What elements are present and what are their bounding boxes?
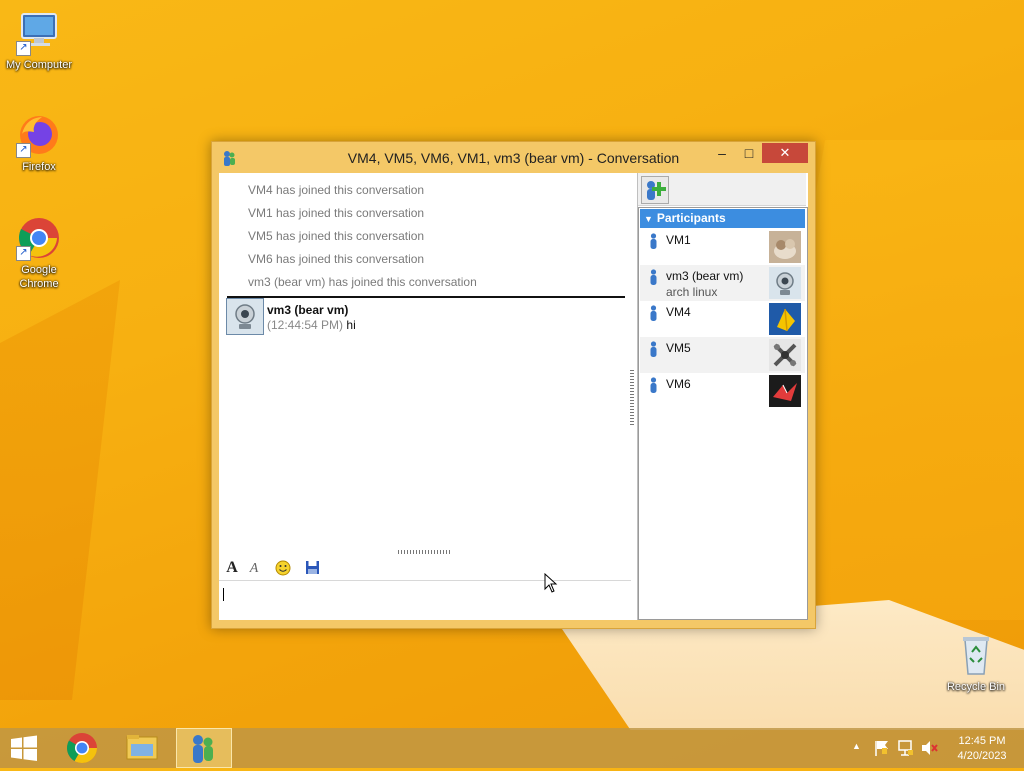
clock-date: 4/20/2023 [957,750,1007,762]
font-color-button[interactable]: A [245,559,263,577]
font-color-icon: A [249,561,259,576]
message-input[interactable] [219,582,631,620]
participants-header-label: Participants [656,211,726,225]
close-button[interactable]: ✕ [762,143,808,163]
window-client: VM4 has joined this conversation VM1 has… [219,173,808,620]
participant-item[interactable]: VM6 [640,373,805,409]
contact-status-icon [649,377,658,393]
show-hidden-icons-button[interactable]: ▲ [850,728,864,768]
maximize-button[interactable]: □ [736,143,762,163]
participant-item[interactable]: VM1 [640,229,805,265]
system-message: VM4 has joined this conversation [248,183,425,197]
conversation-window: VM4, VM5, VM6, VM1, vm3 (bear vm) - Conv… [211,141,816,629]
add-participant-button[interactable] [641,176,669,204]
flag-icon [875,741,888,756]
participant-picture [769,375,801,407]
desktop-icon-google-chrome[interactable]: ↗ Google Chrome [0,215,78,291]
chevron-up-icon: ▲ [852,741,861,751]
windows-logo-icon [11,735,37,761]
action-center-button[interactable] [873,728,891,768]
participant-item[interactable]: VM5 [640,337,805,373]
taskbar-chrome-button[interactable] [58,728,106,768]
desktop-icon-label: My Computer [5,59,73,71]
conversation-history[interactable]: VM4 has joined this conversation VM1 has… [219,173,631,549]
contact-status-icon [649,341,658,357]
chrome-icon [66,733,97,764]
avatar [226,298,264,335]
save-button[interactable] [303,559,321,577]
message-timestamp: (12:44:54 PM) [267,318,344,332]
participants-pane: ▼ Participants VM1 vm3 (bear vm) arch lin… [638,173,808,620]
desktop-icon-firefox[interactable]: ↗ Firefox [0,112,78,174]
message-text: hi [346,318,356,332]
contact-status-icon [649,233,658,249]
system-message: VM5 has joined this conversation [248,229,425,243]
emoticon-button[interactable] [274,559,292,577]
network-button[interactable] [897,728,915,768]
font-button[interactable]: A [223,559,241,577]
horizontal-splitter[interactable] [398,550,452,554]
volume-button[interactable] [920,728,938,768]
computer-icon: ↗ [16,10,62,56]
save-icon [305,561,319,574]
taskbar-file-explorer-button[interactable] [118,728,166,768]
participant-name: VM5 [666,341,691,355]
participant-item[interactable]: vm3 (bear vm) arch linux [640,265,805,301]
message-sender: vm3 (bear vm) [267,303,349,317]
add-contact-icon [647,181,666,200]
participant-picture [769,303,801,335]
taskbar-messenger-button[interactable] [176,728,232,768]
taskbar-clock[interactable]: 12:45 PM 4/20/2023 [944,734,1020,764]
smiley-icon [275,560,291,576]
firefox-icon: ↗ [16,112,62,158]
participant-picture [769,267,801,299]
formatting-toolbar: A A [219,556,631,581]
mouse-cursor-icon [544,573,558,593]
system-message: VM1 has joined this conversation [248,206,425,220]
system-message: VM6 has joined this conversation [248,252,425,266]
speaker-muted-icon [922,741,938,755]
participant-status: arch linux [666,285,718,299]
vertical-splitter[interactable] [630,370,634,426]
network-icon [898,740,913,756]
collapse-arrow-icon: ▼ [644,214,653,224]
desktop-icon-my-computer[interactable]: ↗ My Computer [0,10,78,72]
system-message: vm3 (bear vm) has joined this conversati… [248,275,477,289]
text-caret [223,588,224,601]
message-divider [227,296,625,298]
participant-picture [769,339,801,371]
clock-time: 12:45 PM [958,735,1006,747]
participants-header[interactable]: ▼ Participants [640,209,805,228]
contact-status-icon [649,305,658,321]
taskbar: ▲ 12:45 PM 4/20/2023 [0,728,1024,768]
participant-picture [769,231,801,263]
participants-list: ▼ Participants VM1 vm3 (bear vm) arch lin… [638,207,808,620]
message-line: (12:44:54 PM) hi [267,318,356,332]
chrome-icon: ↗ [16,215,62,261]
participants-toolbar [638,173,806,206]
participant-name: VM4 [666,305,691,319]
desktop-icon-label: Firefox [22,161,56,173]
minimize-button[interactable]: – [710,143,734,163]
desktop-background-shape [0,280,120,700]
desktop-icon-label: Recycle Bin [946,681,1006,693]
recycle-bin-icon [953,632,999,678]
participant-name: vm3 (bear vm) [666,269,744,283]
start-button[interactable] [0,728,48,768]
contact-status-icon [649,269,658,285]
desktop-icon-label: Google Chrome [19,264,59,290]
participant-name: VM6 [666,377,691,391]
title-bar[interactable]: VM4, VM5, VM6, VM1, vm3 (bear vm) - Conv… [212,142,815,174]
folder-icon [126,735,158,760]
font-icon: A [226,559,238,576]
participant-item[interactable]: VM4 [640,301,805,337]
messenger-icon [193,735,213,763]
desktop-icon-recycle-bin[interactable]: Recycle Bin [937,632,1015,694]
participant-name: VM1 [666,233,691,247]
